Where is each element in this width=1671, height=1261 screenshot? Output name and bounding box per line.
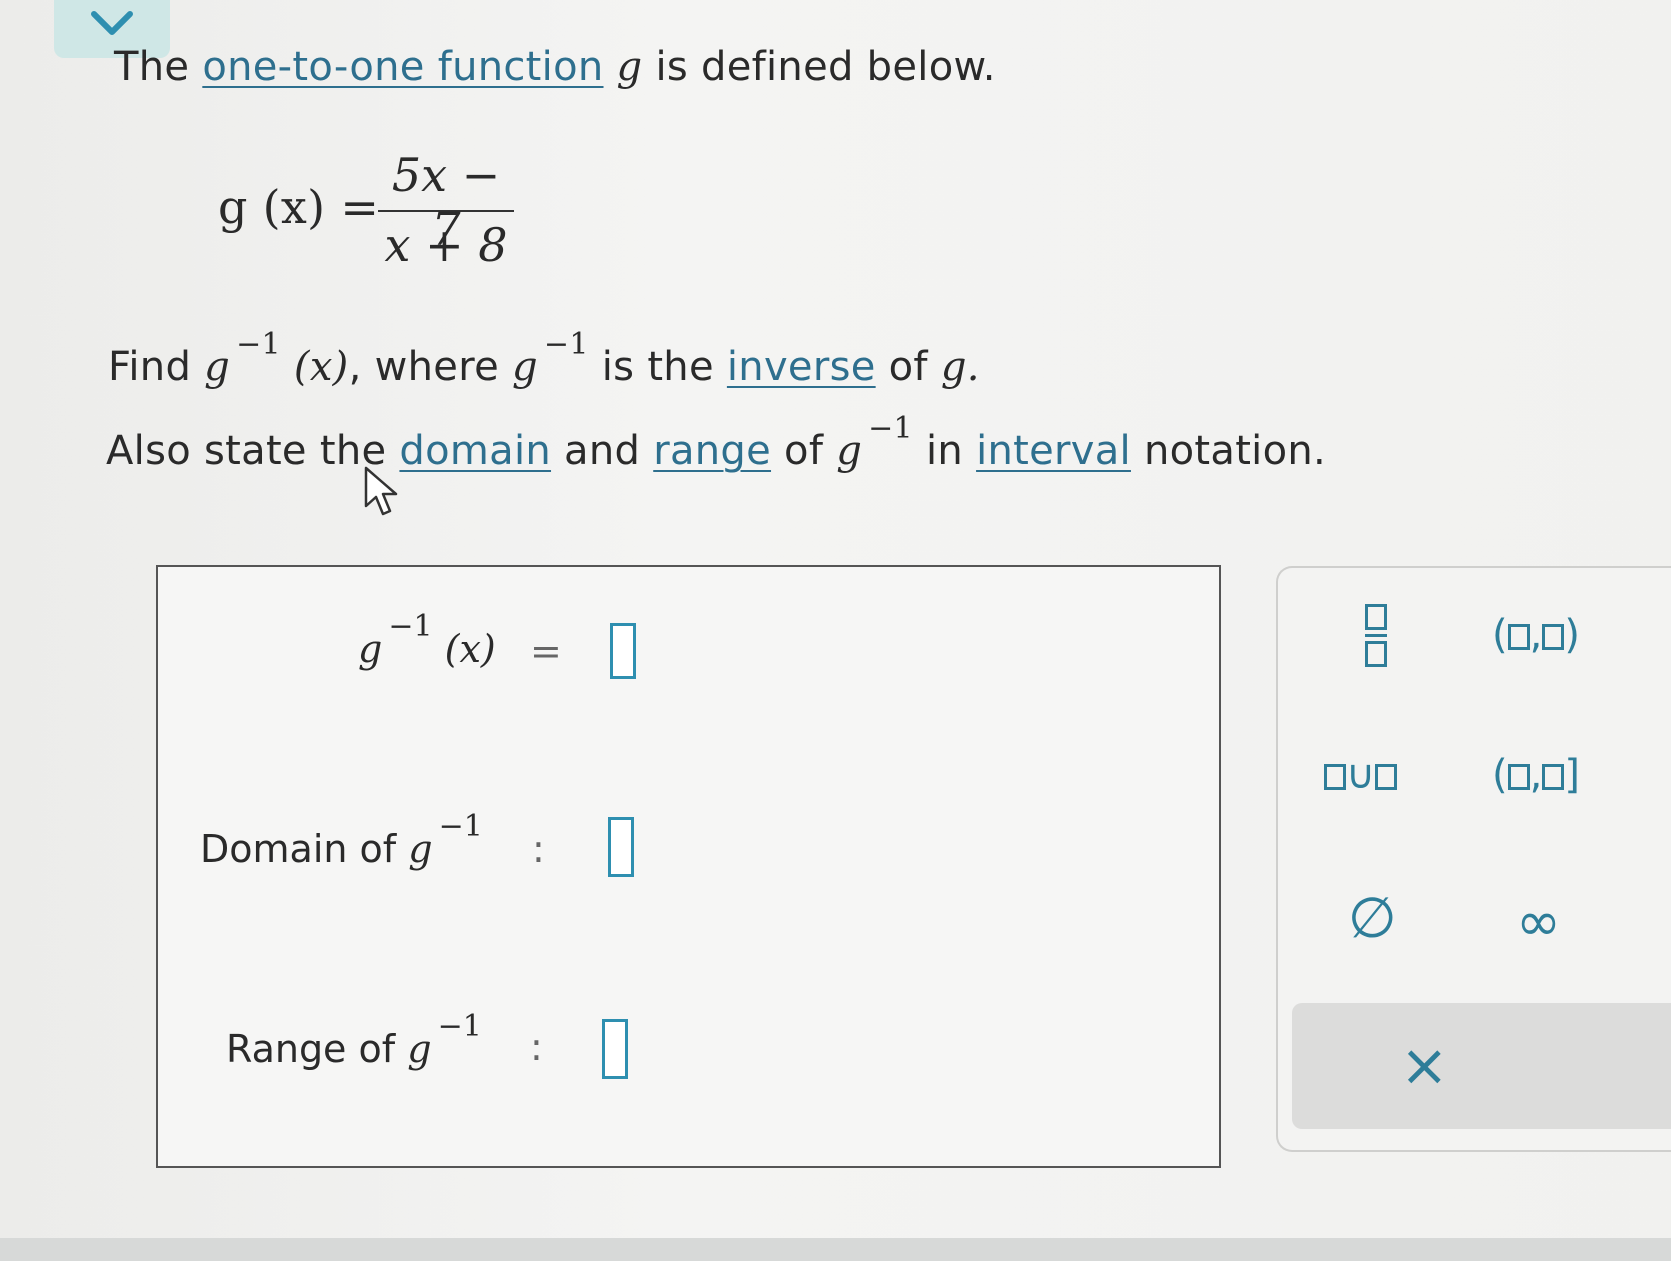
domain-label: Domain of g−1	[200, 809, 483, 871]
g-symbol: g	[408, 827, 433, 871]
left-paren: (	[1492, 752, 1508, 798]
box-icon	[1542, 624, 1565, 650]
close-icon: ×	[1400, 1031, 1449, 1099]
range-answer-input[interactable]	[602, 1019, 628, 1079]
inverse-exponent: −1	[543, 327, 589, 362]
clear-button[interactable]: ×	[1400, 1031, 1449, 1099]
fraction-button[interactable]	[1354, 604, 1398, 677]
mouse-cursor-icon	[364, 466, 398, 516]
of-text: of	[888, 344, 928, 390]
g-symbol: g	[358, 627, 383, 671]
bottom-bar	[0, 1238, 1671, 1261]
answer-box: g−1 (x) = Domain of g−1 : Range of g−1 :	[156, 565, 1221, 1168]
function-lhs: g (x) =	[218, 180, 380, 234]
chevron-down-icon	[91, 11, 133, 35]
find-line: Find g −1 (x), where g −1 is the inverse o…	[108, 327, 980, 390]
inverse-exponent: −1	[388, 609, 433, 644]
box-icon	[1324, 764, 1346, 790]
open-interval-button[interactable]: (,)	[1492, 612, 1580, 658]
interval-link[interactable]: interval	[976, 428, 1131, 474]
inverse-exponent: −1	[437, 1009, 482, 1044]
range-label: Range of g−1	[226, 1009, 482, 1071]
and-text: and	[564, 428, 641, 474]
function-fraction: 5x − 7 x + 8	[378, 148, 514, 272]
numerator: 5x − 7	[391, 148, 501, 256]
inverse-exponent: −1	[236, 327, 281, 362]
domain-answer-input[interactable]	[608, 817, 634, 877]
union-symbol: ∪	[1346, 752, 1376, 798]
also-line: Also state the domain and range of g −1 i…	[106, 411, 1327, 474]
g-symbol-end: g.	[940, 344, 980, 390]
right-paren: )	[1564, 612, 1580, 658]
empty-set-symbol: ∅	[1348, 886, 1397, 951]
comma: ,	[1529, 612, 1543, 658]
is-the-text: is the	[601, 344, 714, 390]
comma: ,	[1529, 752, 1543, 798]
colon: :	[532, 827, 545, 871]
intro-suffix: is defined below.	[655, 44, 996, 90]
range-link[interactable]: range	[653, 428, 771, 474]
inverse-exponent: −1	[438, 809, 483, 844]
inverse-label: g−1 (x)	[358, 609, 496, 671]
infinity-symbol: ∞	[1516, 890, 1561, 953]
colon: :	[530, 1025, 543, 1069]
union-button[interactable]: ∪	[1324, 752, 1398, 798]
find-text: Find	[108, 344, 192, 390]
function-var: g	[616, 44, 643, 90]
half-open-interval-button[interactable]: (,]	[1492, 752, 1580, 798]
argument: (x)	[293, 344, 349, 390]
inverse-link[interactable]: inverse	[727, 344, 876, 390]
one-to-one-function-link[interactable]: one-to-one function	[202, 44, 603, 90]
box-icon	[1542, 764, 1565, 790]
g-symbol: g	[204, 344, 231, 390]
inverse-exponent: −1	[868, 411, 913, 446]
fraction-icon	[1365, 604, 1387, 667]
infinity-button[interactable]: ∞	[1516, 890, 1561, 953]
box-icon	[1375, 764, 1398, 790]
g-symbol: g	[407, 1027, 432, 1071]
equals-sign: =	[530, 629, 562, 673]
left-paren: (	[1492, 612, 1508, 658]
domain-link[interactable]: domain	[399, 428, 551, 474]
denominator: x + 8	[384, 218, 508, 272]
g-symbol: g	[512, 344, 538, 390]
where-text: , where	[348, 344, 499, 390]
right-bracket: ]	[1564, 752, 1580, 798]
range-label-text: Range of	[226, 1027, 396, 1071]
argument: (x)	[444, 627, 496, 671]
of-text: of	[784, 428, 824, 474]
keypad-action-bar: ×	[1292, 1003, 1671, 1129]
box-icon	[1507, 764, 1530, 790]
empty-set-button[interactable]: ∅	[1348, 886, 1397, 951]
also-text: Also state the	[106, 428, 387, 474]
notation-text: notation.	[1143, 428, 1327, 474]
g-symbol: g	[836, 428, 863, 474]
box-icon	[1507, 624, 1530, 650]
in-text: in	[925, 428, 964, 474]
inverse-answer-input[interactable]	[610, 623, 636, 679]
intro-text: The	[114, 44, 190, 90]
domain-label-text: Domain of	[200, 827, 397, 871]
intro-line: The one-to-one function g is defined bel…	[114, 44, 996, 90]
